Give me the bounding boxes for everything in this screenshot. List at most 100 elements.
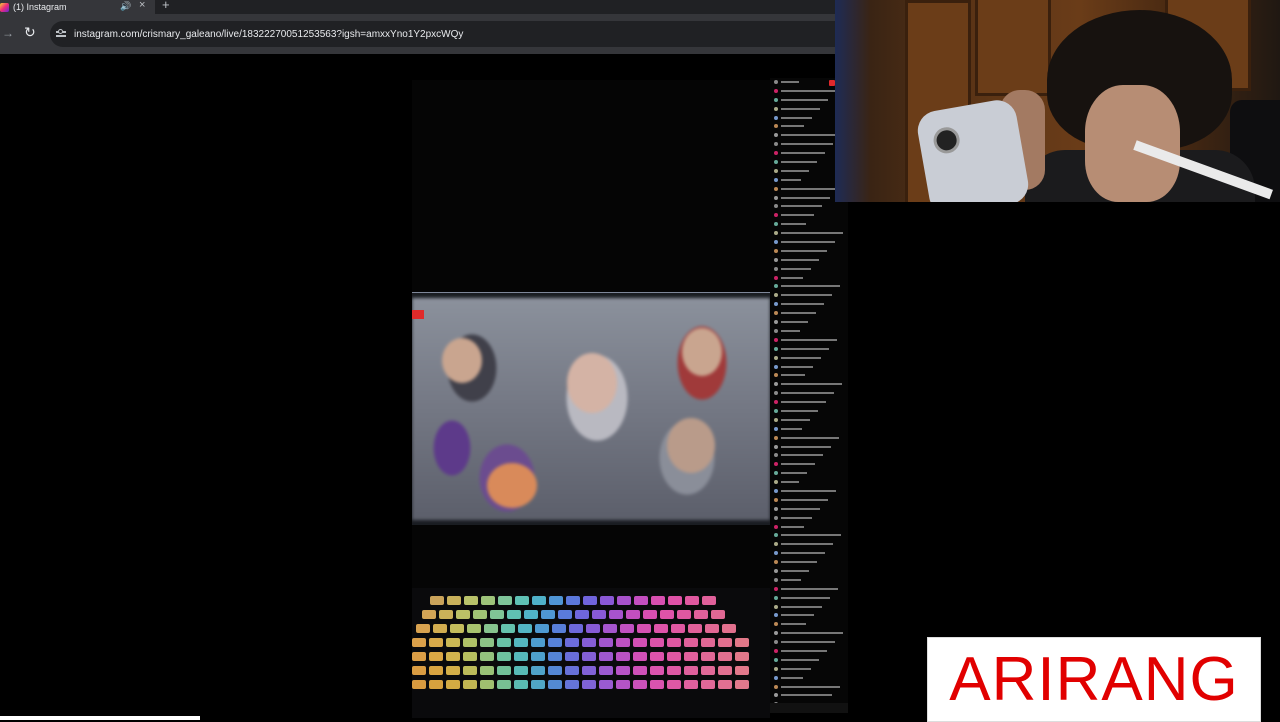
avatar — [774, 186, 778, 191]
chat-message — [770, 647, 848, 656]
avatar — [774, 515, 778, 520]
avatar — [774, 604, 778, 609]
chat-message — [770, 505, 848, 514]
tab-strip: (1) Instagram 🔊 × + — [0, 0, 835, 14]
chat-message — [770, 434, 848, 443]
chat-message-bar — [781, 338, 837, 341]
avatar — [774, 693, 778, 698]
chat-message-bar — [781, 258, 819, 261]
chat-message-bar — [781, 498, 828, 501]
chat-message — [770, 443, 848, 452]
chat-message-bar — [781, 205, 822, 208]
tab-instagram[interactable]: (1) Instagram 🔊 × — [0, 0, 155, 14]
bottom-progress-strip — [0, 716, 200, 720]
chat-message-bar — [781, 169, 809, 172]
chat-message — [770, 309, 848, 318]
face — [487, 463, 537, 508]
chat-message-bar — [781, 187, 838, 190]
avatar — [774, 684, 778, 689]
face — [442, 338, 482, 383]
chat-message — [770, 425, 848, 434]
chat-message-bar — [781, 552, 825, 555]
avatar — [774, 160, 778, 165]
chat-message-bar — [781, 267, 811, 270]
browser-toolbar: → ↻ instagram.com/crismary_galeano/live/… — [0, 14, 840, 54]
avatar — [774, 364, 778, 369]
chat-message — [770, 629, 848, 638]
avatar — [774, 453, 778, 458]
url-text[interactable]: instagram.com/crismary_galeano/live/1832… — [74, 29, 463, 40]
chat-message — [770, 558, 848, 567]
chat-message — [770, 371, 848, 380]
avatar — [774, 506, 778, 511]
chat-message-bar — [781, 436, 839, 439]
avatar — [774, 497, 778, 502]
chat-message — [770, 594, 848, 603]
chat-message — [770, 549, 848, 558]
avatar — [774, 435, 778, 440]
avatar — [774, 284, 778, 289]
concert-crowd-image — [412, 298, 770, 520]
chat-message-bar — [781, 516, 812, 519]
avatar — [774, 649, 778, 653]
chat-input[interactable] — [770, 703, 848, 713]
webcam-feed — [835, 0, 1280, 202]
avatar — [774, 213, 778, 218]
close-icon[interactable]: × — [139, 0, 145, 11]
chat-message-bar — [781, 507, 820, 510]
chat-message — [770, 318, 848, 327]
speaker-icon[interactable]: 🔊 — [120, 0, 131, 12]
chat-message-bar — [781, 178, 801, 181]
chat-message-bar — [781, 685, 840, 688]
avatar — [774, 533, 778, 538]
avatar — [774, 355, 778, 360]
chat-message-bar — [781, 241, 835, 244]
chat-message-bar — [781, 365, 813, 368]
chat-message-bar — [781, 427, 802, 430]
avatar — [774, 168, 778, 173]
avatar — [774, 444, 778, 449]
chat-message-bar — [781, 525, 804, 528]
avatar — [774, 337, 778, 342]
site-info-icon[interactable] — [56, 29, 66, 39]
chat-message-bar — [781, 596, 830, 599]
forward-arrow-icon[interactable]: → — [2, 26, 14, 40]
live-video[interactable] — [412, 80, 770, 718]
avatar — [774, 257, 778, 262]
chat-message-bar — [781, 623, 806, 626]
chat-message — [770, 603, 848, 612]
chat-message-bar — [781, 676, 803, 679]
chat-message — [770, 496, 848, 505]
face — [567, 353, 617, 413]
avatar — [774, 417, 778, 422]
avatar — [774, 462, 778, 467]
avatar — [774, 106, 778, 111]
chat-message-bar — [781, 89, 836, 92]
door-panel — [975, 0, 1051, 96]
chat-message-bar — [781, 534, 841, 537]
avatar — [774, 657, 778, 662]
avatar — [774, 320, 778, 325]
chat-message-bar — [781, 641, 835, 644]
address-bar[interactable]: instagram.com/crismary_galeano/live/1832… — [50, 21, 840, 47]
chat-message-bar — [781, 116, 812, 119]
chat-message — [770, 460, 848, 469]
avatar — [774, 551, 778, 556]
chat-message — [770, 354, 848, 363]
chat-message-bar — [781, 161, 817, 164]
avatar — [774, 568, 778, 573]
chat-message-bar — [781, 329, 800, 332]
chat-message-bar — [781, 356, 821, 359]
chat-message — [770, 531, 848, 540]
chat-message-bar — [781, 232, 843, 235]
chat-message-bar — [781, 409, 818, 412]
reload-icon[interactable]: ↻ — [24, 24, 36, 41]
chat-message — [770, 229, 848, 238]
new-tab-button[interactable]: + — [162, 0, 170, 12]
chat-message — [770, 478, 848, 487]
avatar — [774, 151, 778, 156]
chat-message — [770, 416, 848, 425]
chat-message — [770, 247, 848, 256]
chat-message — [770, 540, 848, 549]
chat-message-bar — [781, 472, 807, 475]
